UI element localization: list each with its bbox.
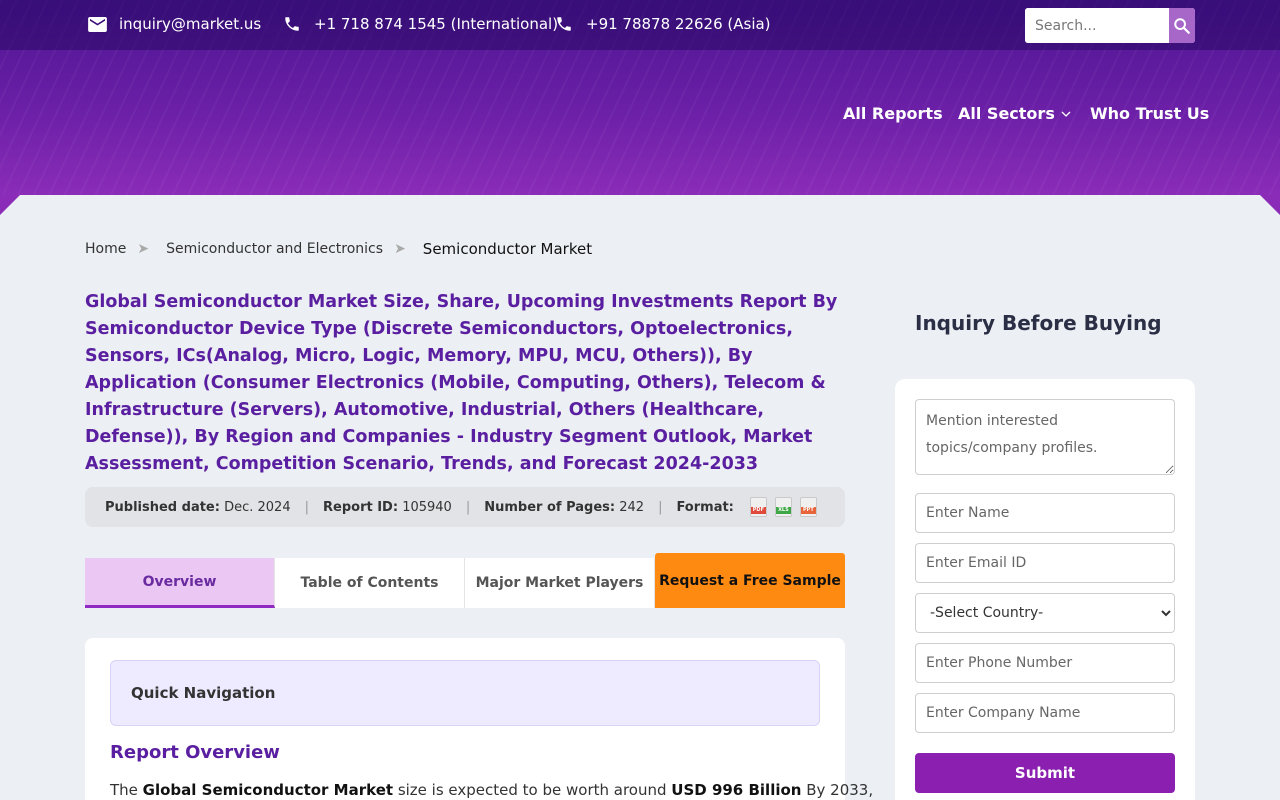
published-date-value: Dec. 2024 bbox=[224, 499, 291, 515]
pages-label: Number of Pages: bbox=[484, 499, 616, 515]
report-overview-heading: Report Overview bbox=[110, 742, 280, 763]
contact-email[interactable]: inquiry@market.us bbox=[87, 14, 261, 34]
name-field[interactable] bbox=[915, 493, 1175, 533]
breadcrumb-home[interactable]: Home bbox=[85, 241, 126, 257]
contact-phone-international-text[interactable]: +1 718 874 1545 (International) bbox=[314, 15, 558, 33]
nav-all-sectors[interactable]: All Sectors bbox=[958, 104, 1071, 123]
search-button[interactable] bbox=[1169, 8, 1195, 43]
contact-phone-asia[interactable]: +91 78878 22626 (Asia) bbox=[554, 14, 771, 34]
nav-all-reports[interactable]: All Reports bbox=[843, 104, 943, 123]
overview-market-name: Global Semiconductor Market bbox=[142, 781, 394, 799]
phone-icon bbox=[282, 14, 302, 34]
overview-text-prefix: The bbox=[110, 781, 143, 799]
contact-email-text[interactable]: inquiry@market.us bbox=[119, 15, 261, 33]
submit-button[interactable]: Submit bbox=[915, 753, 1175, 793]
report-id-label: Report ID: bbox=[323, 499, 399, 515]
inquiry-heading: Inquiry Before Buying bbox=[915, 311, 1162, 335]
report-overview-text: The Global Semiconductor Market size is … bbox=[110, 781, 873, 799]
tab-major-market-players[interactable]: Major Market Players bbox=[465, 558, 655, 608]
mail-icon bbox=[87, 14, 107, 34]
format-label: Format: bbox=[676, 499, 734, 515]
xls-file-icon: XLS bbox=[774, 497, 792, 517]
phone-field[interactable] bbox=[915, 643, 1175, 683]
overview-text-middle: size is expected to be worth around bbox=[393, 781, 672, 799]
meta-divider: | bbox=[658, 499, 663, 515]
phone-icon bbox=[554, 14, 574, 34]
report-meta-bar: Published date: Dec. 2024 | Report ID: 1… bbox=[85, 487, 845, 527]
pages-value: 242 bbox=[619, 499, 645, 515]
contact-phone-international[interactable]: +1 718 874 1545 (International) bbox=[282, 14, 558, 34]
breadcrumb-separator-icon: ➤ bbox=[394, 241, 406, 257]
report-content-card: Quick Navigation Report Overview The Glo… bbox=[85, 638, 873, 800]
overview-text-suffix: By 2033, bbox=[801, 781, 874, 799]
nav-who-trust-us-label[interactable]: Who Trust Us bbox=[1090, 104, 1209, 123]
nav-all-reports-label[interactable]: All Reports bbox=[843, 104, 943, 123]
search-input[interactable] bbox=[1025, 8, 1169, 43]
report-tabs: Overview Table of Contents Major Market … bbox=[85, 553, 845, 608]
site-header: inquiry@market.us +1 718 874 1545 (Inter… bbox=[0, 0, 1280, 195]
topics-field[interactable] bbox=[915, 399, 1175, 475]
quick-navigation-label[interactable]: Quick Navigation bbox=[131, 684, 275, 702]
breadcrumb: Home ➤ Semiconductor and Electronics ➤ S… bbox=[85, 240, 592, 258]
breadcrumb-category[interactable]: Semiconductor and Electronics bbox=[166, 241, 383, 257]
nav-all-sectors-label[interactable]: All Sectors bbox=[958, 104, 1055, 123]
contact-phone-asia-text[interactable]: +91 78878 22626 (Asia) bbox=[586, 15, 771, 33]
meta-divider: | bbox=[304, 499, 309, 515]
quick-navigation[interactable]: Quick Navigation bbox=[110, 660, 820, 726]
report-id-value: 105940 bbox=[402, 499, 452, 515]
pdf-file-icon: PDF bbox=[749, 497, 767, 517]
tab-overview[interactable]: Overview bbox=[85, 558, 275, 608]
published-date-label: Published date: bbox=[105, 499, 220, 515]
report-title: Global Semiconductor Market Size, Share,… bbox=[85, 292, 838, 474]
breadcrumb-current: Semiconductor Market bbox=[422, 240, 593, 258]
tab-table-of-contents[interactable]: Table of Contents bbox=[275, 558, 465, 608]
nav-who-trust-us[interactable]: Who Trust Us bbox=[1090, 104, 1209, 123]
ppt-file-icon: PPT bbox=[799, 497, 817, 517]
overview-market-value: USD 996 Billion bbox=[671, 781, 802, 799]
request-free-sample-button[interactable]: Request a Free Sample bbox=[655, 553, 845, 608]
country-select[interactable]: -Select Country- bbox=[915, 593, 1175, 633]
email-field[interactable] bbox=[915, 543, 1175, 583]
search-box bbox=[1025, 8, 1195, 43]
meta-divider: | bbox=[465, 499, 471, 515]
header-notch-right bbox=[1260, 195, 1280, 215]
search-icon bbox=[1174, 17, 1190, 34]
format-icons: PDF XLS PPT bbox=[749, 497, 817, 517]
chevron-down-icon bbox=[1061, 111, 1071, 117]
inquiry-form: -Select Country- Submit bbox=[895, 379, 1195, 800]
company-field[interactable] bbox=[915, 693, 1175, 733]
breadcrumb-separator-icon: ➤ bbox=[137, 241, 150, 257]
top-contact-bar: inquiry@market.us +1 718 874 1545 (Inter… bbox=[0, 0, 1280, 50]
header-notch-left bbox=[0, 195, 20, 215]
